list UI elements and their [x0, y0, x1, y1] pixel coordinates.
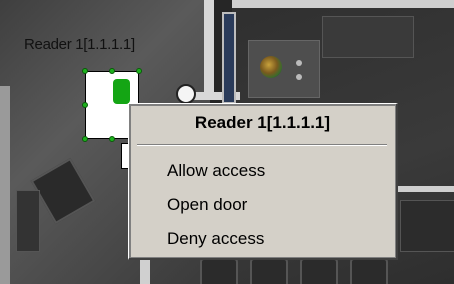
- seat: [250, 258, 288, 284]
- reader-label: Reader 1[1.1.1.1]: [24, 36, 135, 53]
- map-object-handle[interactable]: [176, 84, 196, 104]
- furniture: [400, 200, 454, 252]
- menu-item-open-door[interactable]: Open door: [133, 190, 391, 220]
- chair: [16, 190, 40, 252]
- resize-handle[interactable]: [82, 68, 88, 74]
- wall: [398, 186, 454, 192]
- context-menu-title: Reader 1[1.1.1.1]: [194, 113, 331, 132]
- knob: [296, 60, 302, 66]
- wall: [204, 0, 214, 95]
- desk: [248, 40, 320, 98]
- reader-status-indicator: [113, 79, 130, 104]
- menu-item-deny-access[interactable]: Deny access: [133, 224, 391, 254]
- knob: [296, 74, 302, 80]
- menu-item-allow-access[interactable]: Allow access: [133, 156, 391, 186]
- menu-separator: [137, 144, 387, 146]
- plant-icon: [260, 56, 282, 78]
- resize-handle[interactable]: [109, 136, 115, 142]
- resize-handle[interactable]: [136, 68, 142, 74]
- wall: [232, 0, 454, 8]
- context-menu: Reader 1[1.1.1.1] Allow access Open door…: [128, 103, 398, 260]
- furniture: [322, 16, 414, 58]
- seat: [300, 258, 338, 284]
- resize-handle[interactable]: [109, 68, 115, 74]
- wall: [0, 86, 10, 284]
- seat: [350, 258, 388, 284]
- resize-handle[interactable]: [82, 102, 88, 108]
- resize-handle[interactable]: [82, 136, 88, 142]
- door: [222, 12, 236, 104]
- seat: [200, 258, 238, 284]
